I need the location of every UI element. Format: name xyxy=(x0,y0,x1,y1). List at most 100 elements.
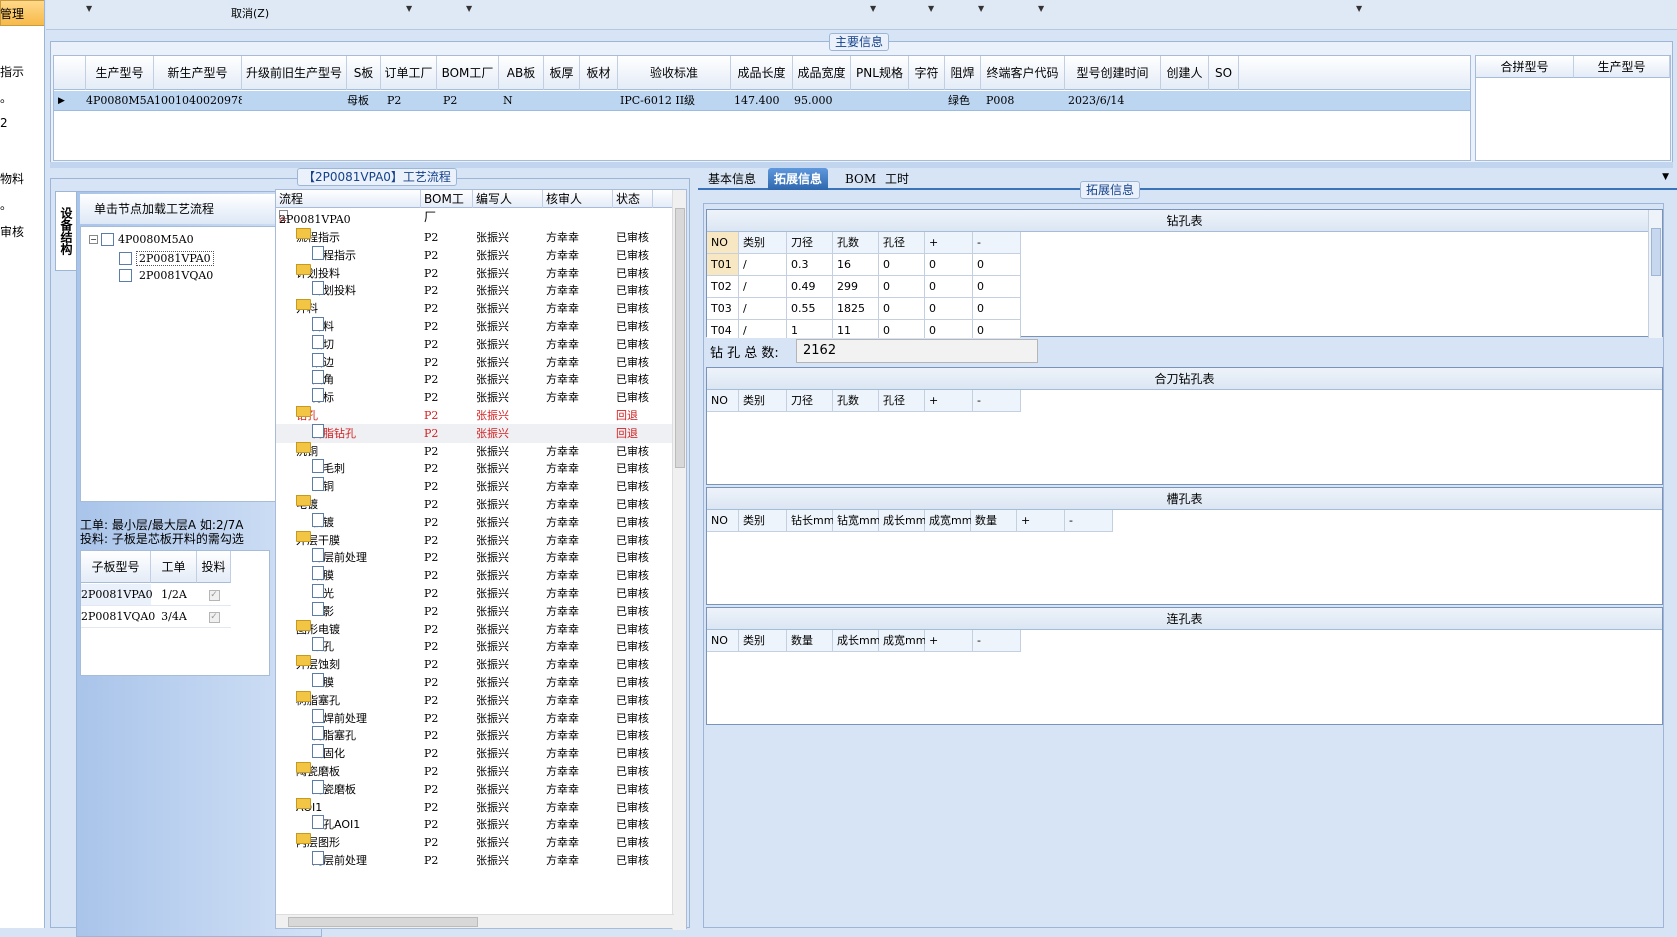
col-header[interactable]: 类别 xyxy=(739,630,787,652)
tree-node-child[interactable]: 2P0081VPA0 xyxy=(119,251,214,266)
col-header[interactable]: S板 xyxy=(347,56,381,90)
process-node[interactable]: 沉铜 xyxy=(312,477,334,496)
feed-checkbox[interactable]: ✓ xyxy=(197,584,231,606)
process-row[interactable]: −计划投料 P2 张振兴 方幸幸 已审核 xyxy=(276,263,674,283)
col-header[interactable]: BOM工厂 xyxy=(421,190,473,224)
table-cell[interactable]: 1825 xyxy=(833,298,879,320)
process-row[interactable]: 开料 P2 张振兴 方幸幸 已审核 xyxy=(276,317,674,336)
tab-bom[interactable]: BOM xyxy=(839,168,882,190)
table-cell[interactable]: 0.49 xyxy=(787,276,833,298)
table-cell[interactable]: 0 xyxy=(973,254,1021,276)
col-header[interactable]: + xyxy=(925,232,973,254)
process-node[interactable]: −钻孔 xyxy=(296,406,318,425)
process-row[interactable]: −电镀 P2 张振兴 方幸幸 已审核 xyxy=(276,495,674,514)
process-row[interactable]: −外层蚀刻 P2 张振兴 方幸幸 已审核 xyxy=(276,655,674,674)
process-row[interactable]: 去毛刺 P2 张振兴 方幸幸 已审核 xyxy=(276,459,674,478)
cell-acceptance[interactable]: IPC-6012 II级 xyxy=(620,91,731,111)
col-header[interactable]: 工单 xyxy=(151,551,197,583)
nav-item-dot[interactable]: 。 xyxy=(0,89,12,106)
process-node[interactable]: 退膜 xyxy=(312,673,334,692)
horizontal-scrollbar[interactable] xyxy=(276,914,674,928)
nav-item-dot2[interactable]: 。 xyxy=(0,196,12,213)
process-node[interactable]: 板镀 xyxy=(312,512,334,532)
collapse-icon[interactable]: − xyxy=(89,235,98,244)
sub-model-cell[interactable]: 2P0081VPA0 xyxy=(81,584,153,606)
process-node[interactable]: −树脂塞孔 xyxy=(296,690,340,710)
process-node[interactable]: 阻焊前处理 xyxy=(312,708,367,728)
cell-bom-factory[interactable]: P2 xyxy=(437,91,499,111)
process-node[interactable]: −计划投料 xyxy=(296,263,340,283)
process-node[interactable]: 曝光 xyxy=(312,584,334,603)
process-node[interactable]: 镀孔 xyxy=(312,637,334,656)
col-header[interactable]: 刀径 xyxy=(787,232,833,254)
nav-item-instruction[interactable]: 指示 xyxy=(0,63,24,80)
process-node[interactable]: 树脂塞孔 xyxy=(312,726,356,745)
process-node[interactable]: −图形电镀 xyxy=(296,619,340,639)
process-row[interactable]: 塞孔AOI1 P2 张振兴 方幸幸 已审核 xyxy=(276,815,674,834)
process-node[interactable]: 终固化 xyxy=(312,744,345,763)
col-header[interactable]: 投料 xyxy=(197,551,231,583)
dropdown-arrow-icon[interactable]: ▼ xyxy=(1038,4,1044,13)
col-header[interactable]: 终端客户代码 xyxy=(981,56,1065,90)
table-cell[interactable]: T02 xyxy=(707,276,739,298)
col-header[interactable]: 成宽mm xyxy=(879,630,926,652)
col-header[interactable]: 型号创建时间 xyxy=(1065,56,1161,90)
dropdown-arrow-icon[interactable]: ▼ xyxy=(466,4,472,13)
col-header[interactable]: 状态 xyxy=(613,190,653,208)
table-cell[interactable]: T01 xyxy=(707,254,739,276)
table-row[interactable]: ▶ 4P0080M5A0 10010400209785 母板 P2 P2 N I… xyxy=(54,91,1470,111)
col-header[interactable]: 板材 xyxy=(580,56,618,90)
col-header[interactable]: 子板型号 xyxy=(81,551,151,583)
table-cell[interactable]: 0 xyxy=(879,276,925,298)
col-header[interactable]: 板厚 xyxy=(544,56,580,90)
tab-basic[interactable]: 基本信息 xyxy=(702,168,762,190)
cell-order-factory[interactable]: P2 xyxy=(381,91,437,111)
process-root-row[interactable]: − ⌂ 2P0081VPA0 xyxy=(276,210,674,229)
col-header[interactable]: NO xyxy=(707,390,739,412)
process-node[interactable]: 塞孔AOI1 xyxy=(312,815,360,834)
process-node[interactable]: 裁切 xyxy=(312,334,334,354)
col-header[interactable]: 成宽mm xyxy=(925,510,972,532)
col-header[interactable]: 钻宽mm xyxy=(833,510,880,532)
col-header[interactable]: 刀径 xyxy=(787,390,833,412)
col-header[interactable]: 数量 xyxy=(971,510,1017,532)
process-node[interactable]: 陶瓷磨板 xyxy=(312,779,356,799)
process-row[interactable]: −陶瓷磨板 P2 张振兴 方幸幸 已审核 xyxy=(276,762,674,781)
scroll-thumb[interactable] xyxy=(288,917,478,927)
process-node[interactable]: −流程指示 xyxy=(296,228,340,247)
dropdown-arrow-icon[interactable]: ▼ xyxy=(86,4,92,13)
tab-extended[interactable]: 拓展信息 xyxy=(768,168,829,190)
col-header[interactable]: PNL规格 xyxy=(851,56,909,90)
process-row[interactable]: −外层干膜 P2 张振兴 方幸幸 已审核 xyxy=(276,530,674,550)
process-node[interactable]: 打标 xyxy=(312,388,334,407)
process-node[interactable]: 内层前处理 xyxy=(312,851,367,870)
col-header[interactable]: 创建人 xyxy=(1161,56,1209,90)
process-row[interactable]: 阻焊前处理 P2 张振兴 方幸幸 已审核 xyxy=(276,708,674,728)
col-header[interactable]: + xyxy=(925,630,973,652)
nav-item-2[interactable]: 2 xyxy=(0,116,8,130)
process-row[interactable]: 镀孔 P2 张振兴 方幸幸 已审核 xyxy=(276,637,674,656)
table-cell[interactable]: T03 xyxy=(707,298,739,320)
process-row[interactable]: −沉铜 P2 张振兴 方幸幸 已审核 xyxy=(276,441,674,461)
col-header[interactable]: - xyxy=(1065,510,1113,532)
col-header[interactable]: 订单工厂 xyxy=(381,56,437,90)
process-node[interactable]: 流程指示 xyxy=(312,245,356,265)
process-row[interactable]: 退膜 P2 张振兴 方幸幸 已审核 xyxy=(276,673,674,692)
process-row[interactable]: 打标 P2 张振兴 方幸幸 已审核 xyxy=(276,388,674,407)
process-row[interactable]: −AOI1 P2 张振兴 方幸幸 已审核 xyxy=(276,797,674,817)
process-node[interactable]: 开料 xyxy=(312,317,334,336)
table-cell[interactable]: 299 xyxy=(833,276,879,298)
col-header[interactable]: 字符 xyxy=(909,56,945,90)
process-node[interactable]: −陶瓷磨板 xyxy=(296,762,340,781)
col-header[interactable]: 生产型号 xyxy=(86,56,154,90)
col-header[interactable]: AB板 xyxy=(499,56,544,90)
col-header[interactable]: SO xyxy=(1209,56,1239,90)
process-row[interactable]: −流程指示 P2 张振兴 方幸幸 已审核 xyxy=(276,228,674,247)
table-cell[interactable]: / xyxy=(739,276,787,298)
process-row[interactable]: 内层前处理 P2 张振兴 方幸幸 已审核 xyxy=(276,851,674,870)
col-header[interactable]: NO xyxy=(707,510,739,532)
table-cell[interactable]: 0 xyxy=(973,276,1021,298)
process-row[interactable]: 树脂钻孔 P2 张振兴 回退 xyxy=(276,423,674,443)
process-row[interactable]: 流程指示 P2 张振兴 方幸幸 已审核 xyxy=(276,245,674,265)
col-header[interactable]: 成品宽度 xyxy=(793,56,851,90)
